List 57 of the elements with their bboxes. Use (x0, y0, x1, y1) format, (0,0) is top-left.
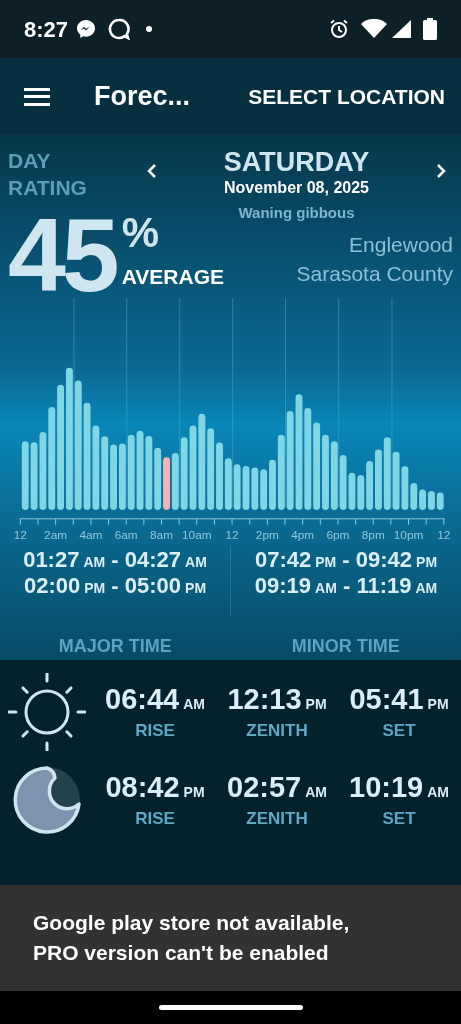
weekday: SATURDAY (223, 147, 370, 177)
sun-icon (8, 673, 86, 751)
time-range: 01:27 AM - 04:27 AM (23, 548, 207, 575)
chevron-left-icon (147, 163, 157, 179)
event-time: 06:44 AM (105, 682, 205, 717)
alarm-icon (329, 19, 349, 39)
event-label: ZENITH (246, 807, 308, 830)
axis-label: 4am (79, 527, 103, 542)
event-label: ZENITH (246, 719, 308, 742)
messenger-icon (76, 19, 97, 39)
axis-label: 12 (13, 527, 27, 542)
axis-label: 4pm (291, 527, 315, 542)
time-range: 02:00 PM - 05:00 PM (23, 574, 207, 601)
event-label: SET (382, 719, 416, 742)
event-time: 02:57 AM (227, 770, 327, 805)
status-time: 8:27 (24, 15, 69, 44)
axis-label: 6am (114, 527, 138, 542)
day-rating-label: DAY RATING (8, 148, 88, 201)
percent-sign: % (121, 210, 161, 256)
chevron-right-icon (436, 163, 446, 179)
event-time: 10:19 AM (349, 770, 449, 805)
battery-icon (423, 18, 437, 40)
snackbar-message: Google play store not available, PRO version can't be enabled (33, 910, 351, 966)
location-place: Englewood (349, 232, 453, 258)
axis-label: 8am (150, 527, 173, 542)
select-location-button[interactable]: SELECT LOCATION (248, 80, 445, 113)
signal-icon (391, 19, 411, 39)
axis-label: 2pm (255, 527, 279, 542)
menu-button[interactable] (24, 85, 50, 108)
chat-bubble-icon (108, 18, 131, 40)
event-time: 12:13 PM (227, 682, 327, 717)
home-handle[interactable] (158, 1005, 303, 1010)
event-label: RISE (135, 807, 175, 830)
event-label: SET (382, 807, 416, 830)
event-label: RISE (135, 719, 175, 742)
axis-label: 12 (437, 527, 451, 542)
dot-icon (146, 26, 153, 32)
time-range: 07:42 PM - 09:42 PM (254, 548, 438, 575)
moon-phase: Waning gibbous (238, 203, 355, 223)
event-time: 05:41 PM (349, 682, 449, 717)
event-time: 08:42 PM (105, 770, 205, 805)
axis-label: 12 (225, 527, 239, 542)
axis-label: 2am (44, 527, 68, 542)
time-section-label: MINOR TIME (291, 635, 400, 658)
rating-value: 45 (8, 210, 116, 300)
time-range: 09:19 AM - 11:19 AM (254, 574, 438, 601)
rating-verdict: AVERAGE (121, 264, 224, 290)
moon-icon (12, 765, 82, 835)
axis-label: 10am (182, 527, 212, 542)
axis-label: 8pm (361, 527, 385, 542)
axis-label: 10pm (393, 527, 424, 542)
location-county: Sarasota County (296, 261, 453, 287)
time-section-label: MAJOR TIME (58, 635, 172, 658)
app-title: Forec... (94, 80, 191, 114)
wifi-icon (361, 19, 387, 39)
axis-label: 6pm (326, 527, 350, 542)
date: November 08, 2025 (224, 178, 369, 198)
